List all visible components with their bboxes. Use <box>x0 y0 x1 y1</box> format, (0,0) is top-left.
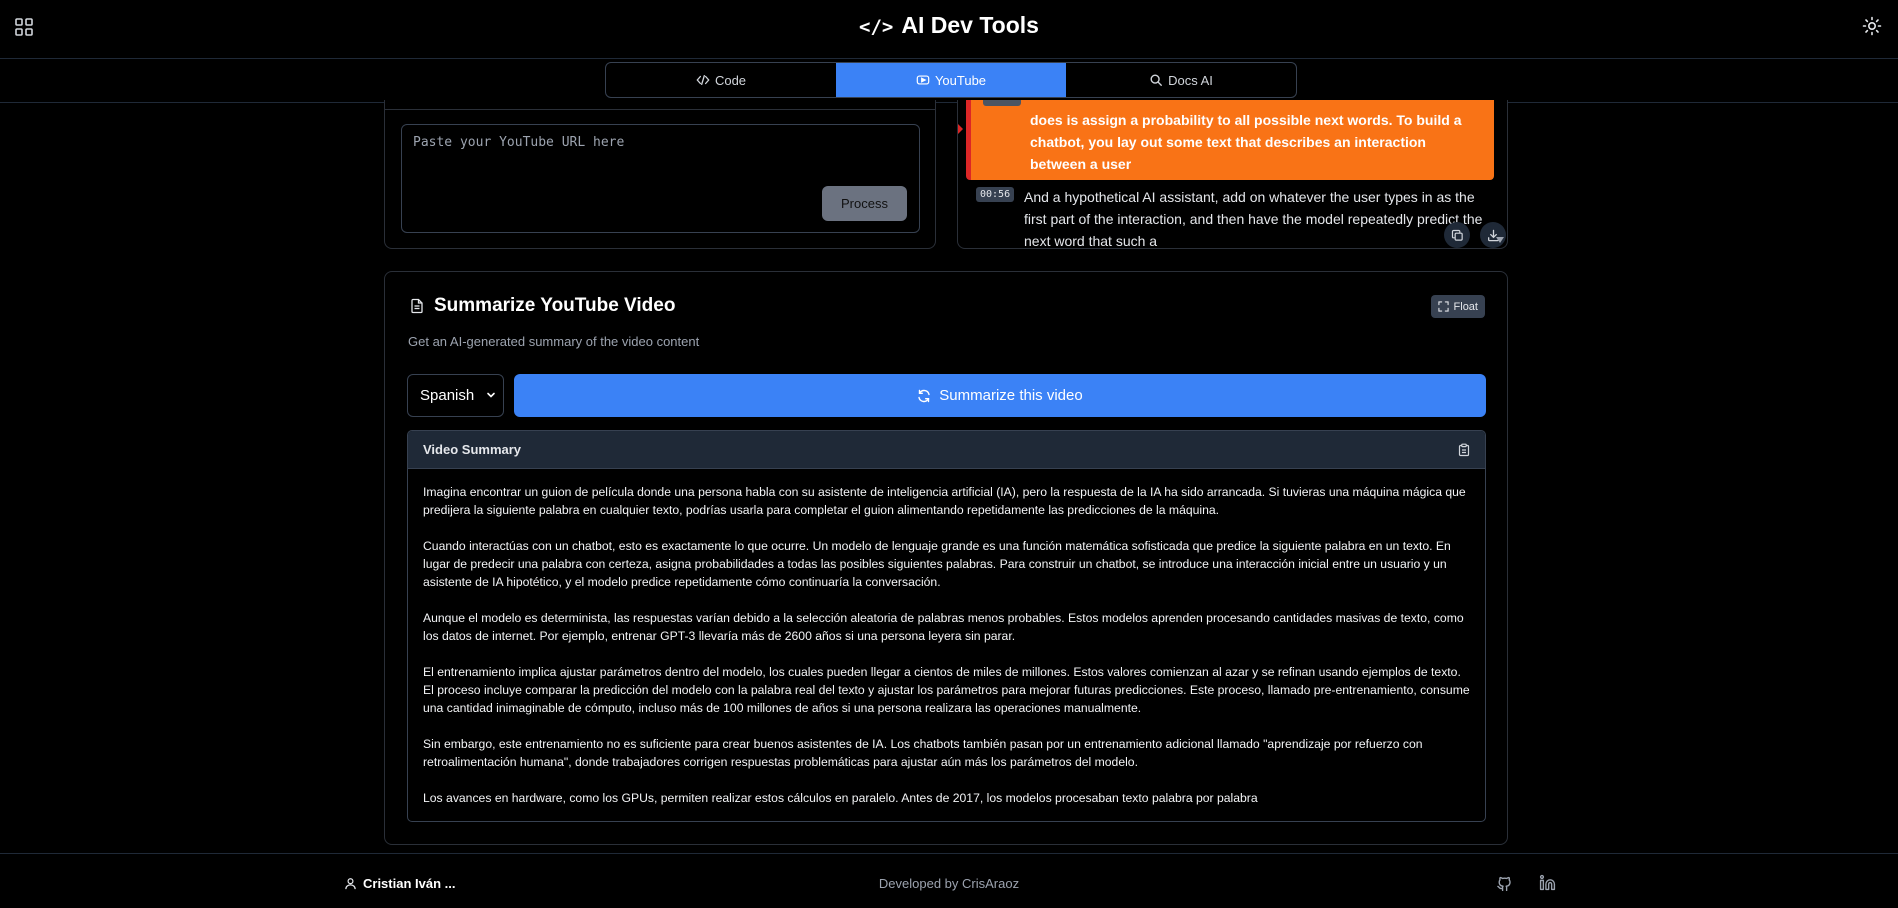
tab-youtube-label: YouTube <box>934 72 987 88</box>
active-segment-text: does is assign a probability to all poss… <box>1030 112 1462 172</box>
youtube-url-card: Paste your YouTube URL here Process <box>384 100 936 249</box>
video-summary-panel: Video Summary Imagina encontrar un guion… <box>407 430 1486 822</box>
tab-code[interactable]: Code <box>606 63 836 97</box>
download-transcript-button[interactable] <box>1480 222 1506 248</box>
github-icon[interactable] <box>1496 874 1513 891</box>
video-summary-text: Imagina encontrar un guion de película d… <box>423 483 1473 821</box>
summary-paragraph: Imagina encontrar un guion de película d… <box>423 485 1466 517</box>
tab-youtube[interactable]: YouTube <box>836 63 1066 97</box>
code-icon: </> <box>859 16 894 38</box>
card-divider <box>385 109 935 110</box>
document-icon <box>411 298 423 314</box>
copy-icon <box>1451 229 1463 241</box>
float-button[interactable]: Float <box>1430 295 1485 318</box>
clipboard-copy-icon[interactable] <box>1457 443 1471 457</box>
youtube-url-input[interactable]: Paste your YouTube URL here Process <box>401 124 920 233</box>
scroll-down-arrow[interactable] <box>1496 237 1504 243</box>
segment-timestamp[interactable]: 00:56 <box>976 187 1015 202</box>
summary-paragraph: Cuando interactúas con un chatbot, esto … <box>423 539 1451 589</box>
summarize-button[interactable]: Summarize this video <box>514 374 1486 417</box>
summary-title-text: Summarize YouTube Video <box>434 295 676 316</box>
expand-icon <box>1437 301 1449 312</box>
language-value: Spanish <box>420 387 475 404</box>
summary-card-title: Summarize YouTube Video <box>409 295 675 317</box>
tab-bar: Code YouTube Docs AI <box>0 59 1898 103</box>
theme-toggle-sun-icon[interactable] <box>1862 16 1882 36</box>
video-summary-title: Video Summary <box>423 442 522 457</box>
copy-transcript-button[interactable] <box>1444 222 1470 248</box>
youtube-icon <box>916 75 930 85</box>
summary-subtitle: Get an AI-generated summary of the video… <box>408 334 700 349</box>
tab-code-label: Code <box>714 72 747 88</box>
search-icon <box>1150 74 1163 86</box>
float-label: Float <box>1453 300 1478 313</box>
tabs: Code YouTube Docs AI <box>605 62 1297 98</box>
current-position-marker <box>958 124 963 134</box>
summary-paragraph: Los avances en hardware, como los GPUs, … <box>423 791 1258 805</box>
app-title: </> AI Dev Tools <box>0 12 1898 39</box>
summarize-label: Summarize this video <box>939 387 1083 404</box>
transcript-segment-active[interactable]: does is assign a probability to all poss… <box>966 100 1494 180</box>
code-icon <box>696 74 710 86</box>
developed-by-text: Developed by CrisAraoz <box>878 876 1020 891</box>
linkedin-icon[interactable] <box>1539 874 1556 891</box>
tab-docs-ai[interactable]: Docs AI <box>1066 63 1296 97</box>
transcript-panel[interactable]: does is assign a probability to all poss… <box>957 100 1508 249</box>
summarize-card: Summarize YouTube Video Float Get an AI-… <box>384 271 1508 845</box>
segment-text: And a hypothetical AI assistant, add on … <box>1024 189 1483 249</box>
segment-timestamp[interactable] <box>983 100 1021 106</box>
url-placeholder: Paste your YouTube URL here <box>413 135 625 150</box>
tab-docs-ai-label: Docs AI <box>1168 72 1213 88</box>
app-footer: Cristian Iván ... Developed by CrisAraoz <box>0 853 1898 908</box>
summary-paragraph: Aunque el modelo es determinista, las re… <box>423 611 1464 643</box>
app-header: </> AI Dev Tools <box>0 0 1898 59</box>
app-title-text: AI Dev Tools <box>901 12 1039 38</box>
refresh-icon <box>918 389 930 402</box>
chevron-down-icon <box>487 392 495 398</box>
process-button[interactable]: Process <box>822 186 907 221</box>
summary-paragraph: Sin embargo, este entrenamiento no es su… <box>423 737 1423 769</box>
language-select[interactable]: Spanish <box>407 374 504 417</box>
video-summary-header: Video Summary <box>408 431 1485 469</box>
summary-paragraph: El entrenamiento implica ajustar parámet… <box>423 665 1470 715</box>
